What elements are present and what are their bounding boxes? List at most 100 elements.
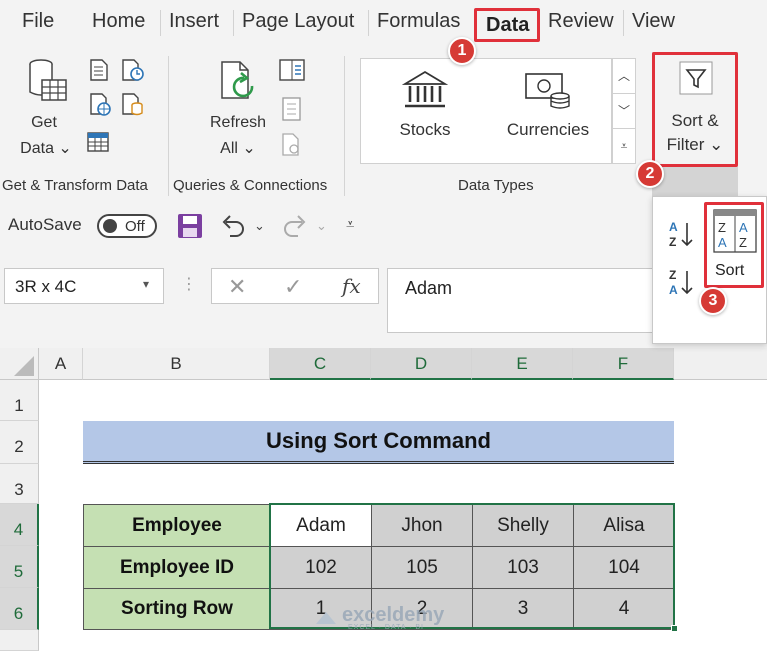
autosave-toggle[interactable]: Off	[97, 214, 157, 238]
fill-handle[interactable]	[671, 625, 678, 632]
enter-check-icon[interactable]: ✓	[284, 274, 302, 300]
value-cell[interactable]: 4	[573, 588, 675, 630]
currency-icon	[525, 73, 570, 109]
menu-view[interactable]: View	[632, 10, 675, 33]
recent-sources-icon[interactable]	[120, 58, 146, 84]
column-header-a[interactable]: A	[39, 348, 83, 380]
undo-dropdown-icon[interactable]: ⌄	[254, 218, 265, 234]
gallery-more-button[interactable]: ⩡	[613, 129, 635, 164]
menu-divider	[368, 10, 369, 36]
active-cell[interactable]: Adam	[270, 504, 372, 547]
value-cell[interactable]: Alisa	[573, 504, 675, 547]
menu-divider	[160, 10, 161, 36]
value-cell[interactable]: 105	[371, 546, 473, 589]
watermark-logo-icon	[316, 612, 336, 624]
step-badge-2: 2	[636, 160, 664, 188]
column-header-d[interactable]: D	[371, 348, 472, 380]
customize-qat-icon[interactable]: ⩡	[346, 216, 354, 233]
step-badge-1: 1	[448, 37, 476, 65]
currencies-label: Currencies	[506, 120, 590, 139]
refresh-label-1: Refresh	[209, 114, 267, 131]
get-data-button[interactable]: Get Data ⌄	[6, 58, 82, 168]
menu-data[interactable]: Data	[486, 14, 529, 37]
gallery-down-button[interactable]: ﹀	[613, 94, 635, 129]
select-all-corner[interactable]	[0, 348, 39, 380]
stocks-label: Stocks	[399, 120, 451, 139]
menu-review[interactable]: Review	[548, 10, 614, 33]
filter-funnel-icon	[679, 61, 713, 95]
label-cell-employee-id[interactable]: Employee ID	[83, 546, 271, 589]
svg-text:Z: Z	[739, 235, 747, 250]
edit-links-icon[interactable]	[280, 132, 304, 158]
column-header-c[interactable]: C	[270, 348, 371, 380]
undo-icon[interactable]	[218, 212, 248, 240]
name-box[interactable]: 3R x 4C ▾	[4, 268, 164, 304]
menu-page-layout[interactable]: Page Layout	[242, 10, 354, 33]
from-web-icon[interactable]	[88, 92, 114, 118]
cancel-icon[interactable]: ✕	[228, 274, 246, 300]
menu-data-highlight[interactable]: Data	[474, 8, 540, 42]
sort-filter-label-2: Filter ⌄	[666, 135, 724, 154]
get-data-label-1: Get	[31, 114, 57, 131]
step-badge-3: 3	[699, 287, 727, 315]
row-header-2[interactable]: 2	[0, 421, 39, 464]
formula-bar-grip-icon: ⋮	[181, 276, 197, 293]
label-cell-employee[interactable]: Employee	[83, 504, 271, 547]
value-cell[interactable]: 103	[472, 546, 574, 589]
name-box-dropdown-icon[interactable]: ▾	[143, 277, 149, 291]
column-header-b[interactable]: B	[83, 348, 270, 380]
menu-file[interactable]: File	[22, 10, 54, 33]
insert-function-icon[interactable]: fx	[342, 274, 361, 298]
formula-value: Adam	[405, 278, 453, 298]
queries-connections-icon[interactable]	[278, 58, 306, 84]
menu-bar: File Home Insert Page Layout Formulas Da…	[0, 0, 767, 48]
existing-connections-icon[interactable]	[120, 92, 146, 118]
sheet-title[interactable]: Using Sort Command	[83, 421, 674, 464]
value-cell[interactable]: Jhon	[371, 504, 473, 547]
row-header-7	[0, 630, 39, 651]
menu-insert[interactable]: Insert	[169, 10, 219, 33]
row-header-6[interactable]: 6	[0, 588, 39, 630]
sort-filter-label-1: Sort &	[671, 111, 719, 130]
toggle-knob	[103, 219, 117, 233]
value-cell[interactable]: Shelly	[472, 504, 574, 547]
stocks-button[interactable]: Stocks	[382, 66, 468, 156]
from-table-icon[interactable]	[86, 130, 110, 154]
properties-icon[interactable]	[280, 96, 304, 122]
sort-a-to-z-icon[interactable]: A Z	[667, 219, 697, 249]
refresh-icon	[221, 61, 254, 99]
redo-icon[interactable]	[280, 212, 310, 240]
refresh-all-button[interactable]: Refresh All ⌄	[200, 58, 280, 168]
save-icon[interactable]	[176, 212, 204, 240]
sort-z-to-a-icon[interactable]: Z A	[667, 267, 697, 297]
group-label-queries: Queries & Connections	[173, 177, 328, 194]
currencies-button[interactable]: Currencies	[498, 66, 598, 156]
bank-icon	[402, 70, 448, 108]
menu-divider	[233, 10, 234, 36]
sort-button[interactable]: Z A A Z Sort	[704, 202, 764, 288]
autosave-label: AutoSave	[8, 215, 82, 234]
menu-home[interactable]: Home	[92, 10, 145, 33]
value-cell[interactable]: 3	[472, 588, 574, 630]
svg-text:A: A	[669, 283, 678, 297]
label-cell-sorting-row[interactable]: Sorting Row	[83, 588, 271, 630]
redo-dropdown-icon[interactable]: ⌄	[316, 218, 327, 234]
column-header-e[interactable]: E	[472, 348, 573, 380]
gallery-up-button[interactable]: ︿	[613, 59, 635, 94]
value-cell[interactable]: 102	[270, 546, 372, 589]
row-header-1[interactable]: 1	[0, 380, 39, 421]
svg-text:Z: Z	[669, 235, 676, 249]
autosave-state: Off	[125, 218, 145, 235]
watermark-tagline: EXCEL · DATA · BI	[348, 624, 424, 631]
value-cell[interactable]: 104	[573, 546, 675, 589]
menu-formulas[interactable]: Formulas	[377, 10, 460, 33]
sort-filter-button[interactable]: Sort & Filter ⌄	[652, 52, 738, 167]
column-header-f[interactable]: F	[573, 348, 674, 380]
row-header-3[interactable]: 3	[0, 464, 39, 504]
watermark-name: exceldemy	[342, 604, 445, 626]
row-header-5[interactable]: 5	[0, 546, 39, 588]
svg-text:Z: Z	[718, 220, 726, 235]
from-text-icon[interactable]	[88, 58, 110, 82]
ribbon-separator	[168, 56, 169, 196]
row-header-4[interactable]: 4	[0, 504, 39, 546]
